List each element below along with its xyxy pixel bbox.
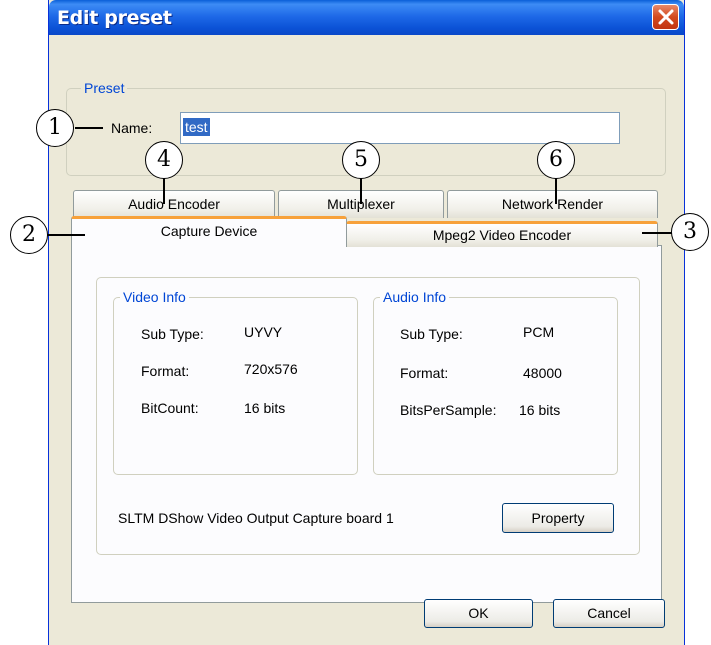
tab-network-render[interactable]: Network Render [447, 190, 658, 218]
callout-6: 6 [537, 141, 575, 179]
callout-4-leader [163, 178, 165, 204]
window-title: Edit preset [57, 7, 172, 29]
tab-mpeg2-video-encoder[interactable]: Mpeg2 Video Encoder [346, 221, 658, 247]
video-info-group: Video Info [113, 289, 358, 475]
title-bar[interactable]: Edit preset [49, 0, 684, 35]
video-format-value: 720x576 [244, 361, 298, 377]
video-bitcount-value: 16 bits [244, 400, 286, 416]
device-name: SLTM DShow Video Output Capture board 1 [118, 510, 394, 526]
preset-legend: Preset [81, 80, 128, 96]
video-subtype-label: Sub Type: [141, 326, 204, 342]
tab-capture-device[interactable]: Capture Device [71, 216, 347, 246]
tab-mpeg2-video-encoder-label: Mpeg2 Video Encoder [432, 227, 572, 243]
ok-button-label: OK [468, 605, 489, 621]
callout-4: 4 [145, 141, 183, 179]
callout-5-leader [360, 178, 362, 204]
audio-subtype-value: PCM [523, 324, 555, 340]
callout-2: 2 [10, 216, 48, 254]
callout-3: 3 [671, 213, 709, 251]
tab-audio-encoder-label: Audio Encoder [128, 196, 220, 212]
name-label: Name: [111, 120, 153, 136]
audio-bitspersample-label: BitsPerSample: [400, 402, 497, 418]
audio-format-value: 48000 [523, 365, 562, 381]
tab-audio-encoder[interactable]: Audio Encoder [73, 190, 275, 218]
name-input-value[interactable]: test [183, 118, 210, 136]
video-subtype-value: UYVY [244, 324, 283, 340]
callout-3-leader [642, 232, 672, 234]
tab-capture-device-label: Capture Device [160, 223, 258, 239]
cancel-button[interactable]: Cancel [553, 599, 665, 628]
close-button[interactable] [652, 4, 679, 30]
callout-1: 1 [36, 109, 74, 147]
audio-bitspersample-value: 16 bits [519, 402, 561, 418]
property-button[interactable]: Property [502, 503, 614, 533]
cancel-button-label: Cancel [587, 605, 631, 621]
ok-button[interactable]: OK [424, 599, 533, 628]
video-bitcount-label: BitCount: [141, 400, 199, 416]
callout-6-leader [555, 178, 557, 204]
video-info-legend: Video Info [120, 289, 189, 305]
callout-1-leader [75, 127, 103, 129]
property-button-label: Property [531, 510, 585, 526]
callout-2-leader [47, 234, 85, 236]
callout-5: 5 [342, 141, 380, 179]
audio-format-label: Format: [400, 365, 449, 381]
name-input[interactable]: test [180, 112, 620, 144]
close-icon [658, 9, 674, 25]
audio-subtype-label: Sub Type: [400, 326, 463, 342]
audio-info-legend: Audio Info [380, 289, 450, 305]
video-format-label: Format: [141, 363, 190, 379]
audio-info-group: Audio Info [373, 289, 618, 475]
tab-network-render-label: Network Render [501, 196, 604, 212]
